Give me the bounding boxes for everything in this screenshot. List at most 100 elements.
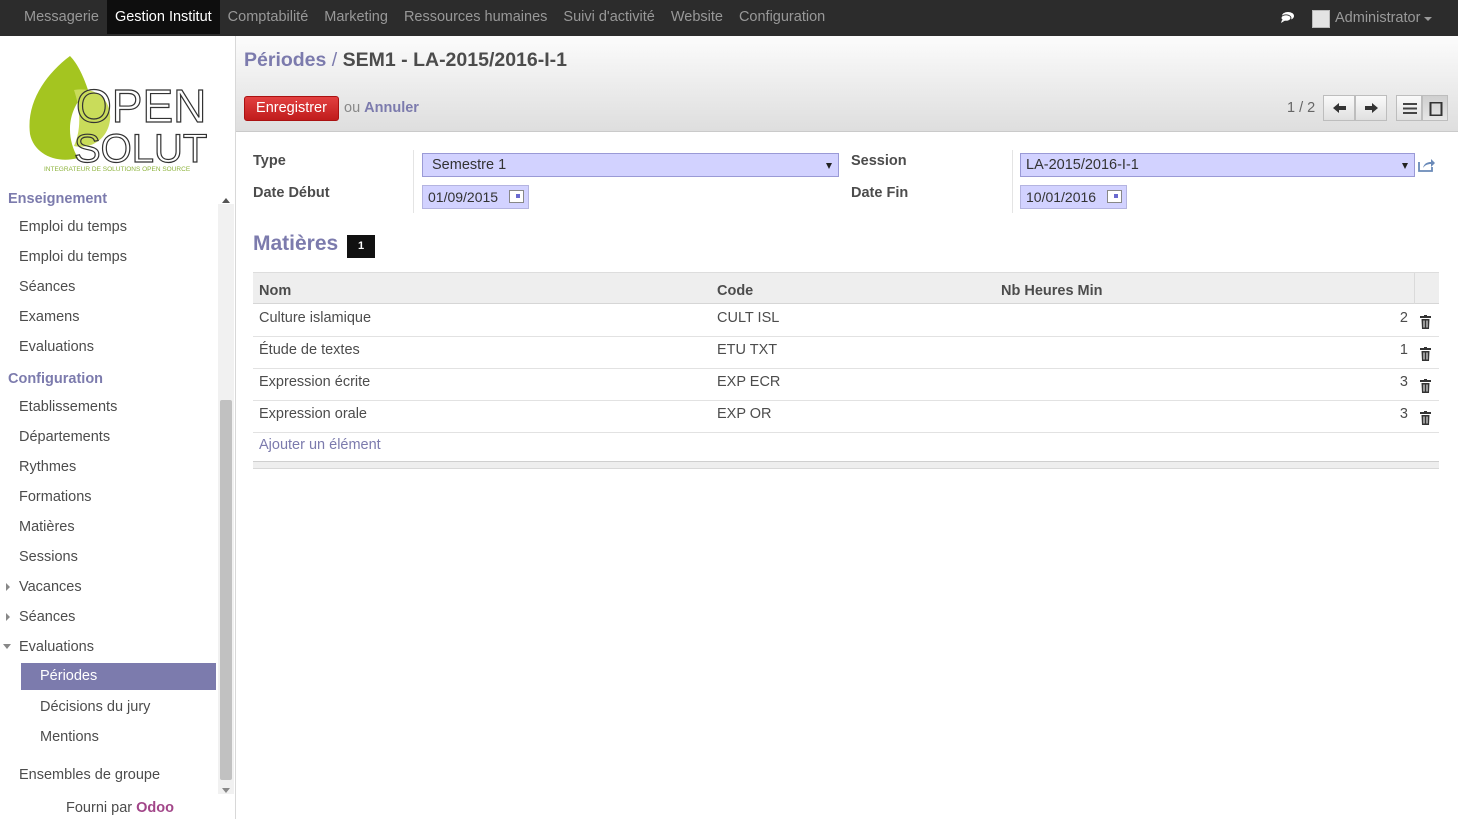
cell-hours: 3 xyxy=(1399,374,1408,390)
pager-counter[interactable]: 1 / 2 xyxy=(1287,100,1315,116)
svg-text:INTEGRATEUR DE SOLUTIONS OPEN: INTEGRATEUR DE SOLUTIONS OPEN SOURCE xyxy=(44,166,191,173)
sidebar-item-etablissements[interactable]: Etablissements xyxy=(19,399,117,415)
sidebar-item-sessions[interactable]: Sessions xyxy=(19,549,78,565)
cell-code: ETU TXT xyxy=(717,342,778,358)
trash-icon[interactable] xyxy=(1420,315,1431,329)
field-divider xyxy=(413,150,414,213)
sidebar-section-enseignement[interactable]: Enseignement xyxy=(8,191,107,207)
powered-by: Fourni par Odoo xyxy=(66,800,174,816)
menu-comptabilite[interactable]: Comptabilité xyxy=(220,0,317,34)
scrollbar-thumb[interactable] xyxy=(220,400,232,780)
top-navbar: Messagerie Gestion Institut Comptabilité… xyxy=(0,0,1458,36)
cell-hours: 2 xyxy=(1399,310,1408,326)
external-link-icon[interactable] xyxy=(1418,158,1436,172)
sidebar-item-evaluations-config[interactable]: Evaluations xyxy=(19,639,94,655)
or-label: ou xyxy=(344,100,361,116)
menu-website[interactable]: Website xyxy=(663,0,731,34)
collapse-icon[interactable] xyxy=(222,198,230,203)
menu-messagerie[interactable]: Messagerie xyxy=(16,0,107,34)
collapse-icon[interactable] xyxy=(3,644,11,649)
type-select-value: Semestre 1 xyxy=(432,157,507,173)
sidebar-item-seances-config[interactable]: Séances xyxy=(19,609,75,625)
type-label: Type xyxy=(253,153,286,169)
session-select[interactable]: LA-2015/2016-I-1 xyxy=(1020,153,1415,177)
add-item-link[interactable]: Ajouter un élément xyxy=(259,437,381,453)
trash-icon[interactable] xyxy=(1420,347,1431,361)
field-divider xyxy=(1012,150,1013,213)
date-start-input[interactable]: 01/09/2015 xyxy=(422,185,529,209)
powered-by-prefix: Fourni par xyxy=(66,800,133,816)
list-view-button[interactable] xyxy=(1396,95,1422,121)
count-badge: 1 xyxy=(347,235,375,258)
table-row[interactable]: Expression écrite EXP ECR 3 xyxy=(253,369,1439,401)
save-button[interactable]: Enregistrer xyxy=(244,96,339,121)
trash-icon[interactable] xyxy=(1420,379,1431,393)
odoo-link[interactable]: Odoo xyxy=(136,800,174,816)
cell-name: Étude de textes xyxy=(259,342,360,358)
pager-previous-button[interactable] xyxy=(1323,95,1355,121)
menu-gestion-institut[interactable]: Gestion Institut xyxy=(106,0,220,34)
svg-text:SOLUTIS: SOLUTIS xyxy=(74,127,208,171)
cell-hours: 3 xyxy=(1399,406,1408,422)
chevron-down-icon[interactable] xyxy=(1424,17,1432,21)
list-view-icon xyxy=(1403,103,1417,114)
sidebar-item-emploi-du-temps[interactable]: Emploi du temps xyxy=(19,219,127,235)
form-view-button[interactable] xyxy=(1422,95,1448,121)
avatar[interactable] xyxy=(1312,10,1330,28)
sidebar-item-emploi-du-temps-2[interactable]: Emploi du temps xyxy=(19,249,127,265)
arrow-right-icon xyxy=(1365,103,1378,113)
pager-next-button[interactable] xyxy=(1355,95,1387,121)
calendar-icon[interactable] xyxy=(509,190,524,203)
cell-code: CULT ISL xyxy=(717,310,780,326)
scroll-down-icon[interactable] xyxy=(222,788,230,793)
sidebar-section-configuration[interactable]: Configuration xyxy=(8,371,103,387)
sidebar-item-examens[interactable]: Examens xyxy=(19,309,79,325)
table-row[interactable]: Expression orale EXP OR 3 xyxy=(253,401,1439,433)
column-header-hours[interactable]: Nb Heures Min xyxy=(1001,283,1103,299)
sidebar-item-matieres[interactable]: Matières xyxy=(19,519,75,535)
company-logo: OPEN SOLUTIS INTEGRATEUR DE SOLUTIONS OP… xyxy=(29,56,208,173)
breadcrumb-separator: / xyxy=(331,49,338,71)
session-select-value: LA-2015/2016-I-1 xyxy=(1026,157,1139,173)
sidebar-item-vacances[interactable]: Vacances xyxy=(19,579,82,595)
column-header-nom[interactable]: Nom xyxy=(259,283,291,299)
expand-icon[interactable] xyxy=(6,583,10,591)
user-menu[interactable]: Administrator xyxy=(1335,0,1420,36)
table-footer xyxy=(253,461,1439,469)
date-start-value: 01/09/2015 xyxy=(428,189,499,205)
calendar-icon[interactable] xyxy=(1107,190,1122,203)
breadcrumb: Périodes / SEM1 - LA-2015/2016-I-1 xyxy=(244,49,567,72)
date-start-label: Date Début xyxy=(253,185,330,201)
cell-code: EXP ECR xyxy=(717,374,781,390)
column-header-code[interactable]: Code xyxy=(717,283,753,299)
cancel-button[interactable]: Annuler xyxy=(364,100,419,116)
table-row[interactable]: Étude de textes ETU TXT 1 xyxy=(253,337,1439,369)
session-label: Session xyxy=(851,153,907,169)
sidebar: OPEN SOLUTIS INTEGRATEUR DE SOLUTIONS OP… xyxy=(0,36,236,819)
cell-name: Culture islamique xyxy=(259,310,372,326)
cell-code: EXP OR xyxy=(717,406,772,422)
sidebar-item-evaluations[interactable]: Evaluations xyxy=(19,339,94,355)
sidebar-item-formations[interactable]: Formations xyxy=(19,489,92,505)
table-row[interactable]: Culture islamique CULT ISL 2 xyxy=(253,305,1439,337)
trash-icon[interactable] xyxy=(1420,411,1431,425)
svg-text:OPEN: OPEN xyxy=(76,80,206,132)
sidebar-item-departements[interactable]: Départements xyxy=(19,429,110,445)
menu-ressources-humaines[interactable]: Ressources humaines xyxy=(396,0,555,34)
type-select[interactable]: Semestre 1 xyxy=(422,153,839,177)
form-view-icon xyxy=(1429,102,1443,116)
menu-configuration[interactable]: Configuration xyxy=(731,0,833,34)
expand-icon[interactable] xyxy=(6,613,10,621)
sidebar-item-ensembles-de-groupe[interactable]: Ensembles de groupe xyxy=(19,767,160,783)
date-end-input[interactable]: 10/01/2016 xyxy=(1020,185,1127,209)
chevron-down-icon xyxy=(826,163,832,169)
breadcrumb-parent-link[interactable]: Périodes xyxy=(244,49,326,71)
sidebar-item-periodes[interactable]: Périodes xyxy=(21,663,216,690)
sidebar-item-rythmes[interactable]: Rythmes xyxy=(19,459,76,475)
sidebar-item-seances[interactable]: Séances xyxy=(19,279,75,295)
sidebar-item-mentions[interactable]: Mentions xyxy=(40,729,99,745)
sidebar-item-decisions-du-jury[interactable]: Décisions du jury xyxy=(40,699,150,715)
chat-icon[interactable] xyxy=(1280,11,1295,23)
menu-suivi-activite[interactable]: Suivi d'activité xyxy=(555,0,662,34)
menu-marketing[interactable]: Marketing xyxy=(316,0,396,34)
